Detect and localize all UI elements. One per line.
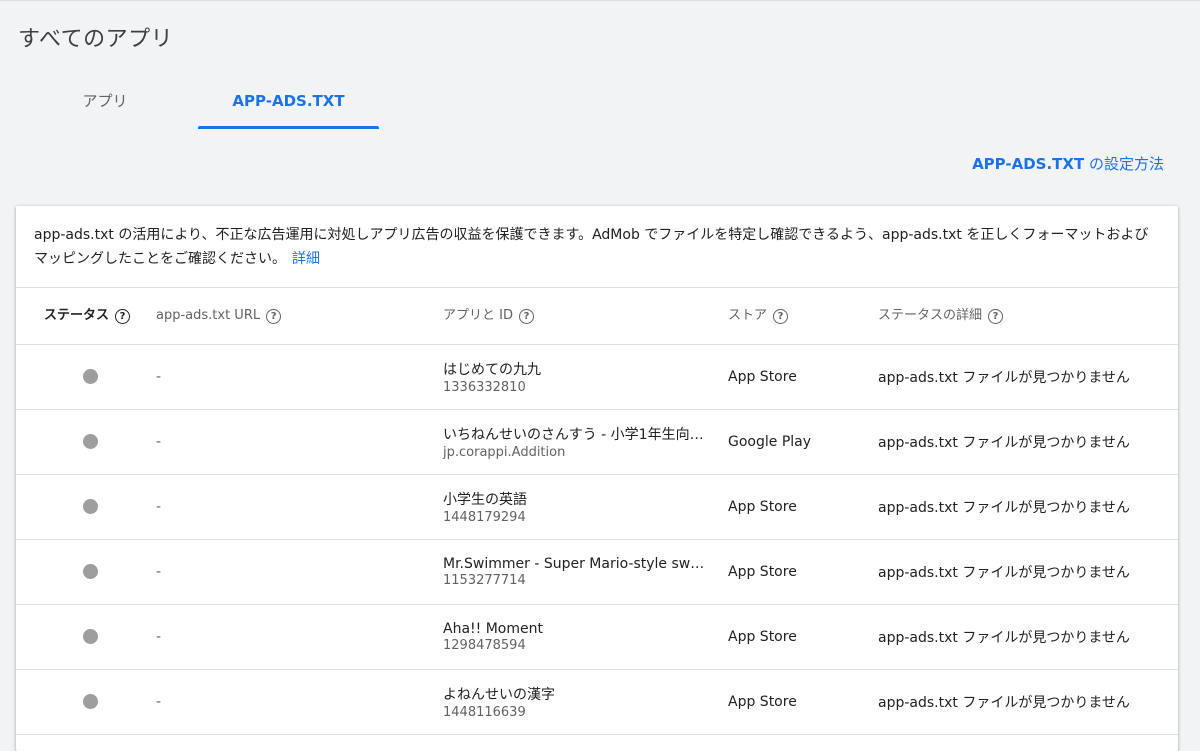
status-dot-icon bbox=[83, 629, 98, 644]
tab-bar: アプリ APP-ADS.TXT bbox=[0, 83, 1200, 129]
status-dot-icon bbox=[83, 564, 98, 579]
url-cell: - bbox=[156, 369, 162, 385]
column-header-detail: ステータスの詳細 ? bbox=[878, 288, 1004, 344]
help-circle-icon[interactable]: ? bbox=[518, 308, 534, 324]
column-header-store-label: ストア bbox=[728, 308, 768, 323]
intro-body: app-ads.txt の活用により、不正な広告運用に対処しアプリ広告の収益を保… bbox=[34, 227, 1149, 267]
status-detail-cell: app-ads.txt ファイルが見つかりません bbox=[878, 565, 1130, 581]
app-id: jp.corappi.Addition bbox=[443, 445, 566, 460]
app-name: Mr.Swimmer - Super Mario-style swimming … bbox=[443, 556, 705, 572]
column-header-status-label: ステータス bbox=[44, 308, 110, 323]
tab-app-ads-txt[interactable]: APP-ADS.TXT bbox=[198, 83, 379, 129]
store-cell: App Store bbox=[728, 499, 797, 515]
app-id: 1298478594 bbox=[443, 638, 526, 653]
app-ads-card: app-ads.txt の活用により、不正な広告運用に対処しアプリ広告の収益を保… bbox=[16, 206, 1178, 751]
app-cell: はじめての九九 1336332810 bbox=[443, 345, 713, 409]
column-header-app: アプリと ID ? bbox=[443, 288, 534, 344]
column-header-detail-label: ステータスの詳細 bbox=[878, 308, 983, 323]
status-detail-cell: app-ads.txt ファイルが見つかりません bbox=[878, 630, 1130, 646]
status-detail-cell: app-ads.txt ファイルが見つかりません bbox=[878, 500, 1130, 516]
table-row[interactable]: - Aha!! Moment 1298478594 App Store app-… bbox=[16, 605, 1178, 670]
tab-apps[interactable]: アプリ bbox=[40, 83, 170, 129]
status-detail-cell: app-ads.txt ファイルが見つかりません bbox=[878, 370, 1130, 386]
app-id: 1448179294 bbox=[443, 510, 526, 525]
app-id: 1153277714 bbox=[443, 573, 526, 588]
url-cell: - bbox=[156, 434, 162, 450]
help-circle-icon[interactable]: ? bbox=[266, 308, 282, 324]
page-title: すべてのアプリ bbox=[18, 27, 174, 52]
setup-guide-link[interactable]: APP-ADS.TXT の設定方法 bbox=[972, 153, 1164, 174]
app-name: いちねんせいのさんすう - 小学1年生向けの算数アプリ bbox=[443, 427, 705, 443]
help-circle-icon[interactable]: ? bbox=[115, 308, 131, 324]
app-cell: いちねんせいのさんすう - 小学1年生向けの算数アプリ jp.corappi.A… bbox=[443, 410, 713, 474]
active-tab-indicator bbox=[198, 126, 379, 129]
app-name: はじめての九九 bbox=[443, 362, 541, 378]
store-cell: App Store bbox=[728, 694, 797, 710]
help-circle-icon[interactable]: ? bbox=[988, 308, 1004, 324]
url-cell: - bbox=[156, 499, 162, 515]
store-cell: App Store bbox=[728, 629, 797, 645]
table-row[interactable]: - よねんせいの漢字 1448116639 App Store app-ads.… bbox=[16, 670, 1178, 735]
table-row[interactable]: - 小学生の英語 1448179294 App Store app-ads.tx… bbox=[16, 475, 1178, 540]
store-cell: App Store bbox=[728, 564, 797, 580]
help-circle-icon[interactable]: ? bbox=[773, 308, 789, 324]
app-cell: 小学生の英語 1448179294 bbox=[443, 475, 713, 539]
status-dot-icon bbox=[83, 434, 98, 449]
status-detail-cell: app-ads.txt ファイルが見つかりません bbox=[878, 695, 1130, 711]
app-cell: Aha!! Moment 1298478594 bbox=[443, 605, 713, 669]
app-name: 小学生の英語 bbox=[443, 492, 527, 508]
table-row[interactable]: - いちねんせいのさんすう - 小学1年生向けの算数アプリ jp.corappi… bbox=[16, 410, 1178, 475]
store-cell: App Store bbox=[728, 369, 797, 385]
app-id: 1336332810 bbox=[443, 380, 526, 395]
url-cell: - bbox=[156, 629, 162, 645]
app-cell: Mr.Swimmer - Super Mario-style swimming … bbox=[443, 540, 713, 604]
status-dot-icon bbox=[83, 369, 98, 384]
column-header-url-label: app-ads.txt URL bbox=[156, 308, 261, 323]
column-header-status[interactable]: ステータス ? bbox=[44, 288, 131, 344]
app-name: Aha!! Moment bbox=[443, 621, 543, 637]
learn-more-link[interactable]: 詳細 bbox=[292, 251, 320, 267]
column-header-url: app-ads.txt URL ? bbox=[156, 288, 282, 344]
table-row[interactable]: - Mr.Swimmer - Super Mario-style swimmin… bbox=[16, 540, 1178, 605]
table-row[interactable]: - はじめての九九 1336332810 App Store app-ads.t… bbox=[16, 345, 1178, 410]
app-cell: よねんせいの漢字 1448116639 bbox=[443, 670, 713, 734]
url-cell: - bbox=[156, 694, 162, 710]
app-id: 1448116639 bbox=[443, 705, 526, 720]
intro-text: app-ads.txt の活用により、不正な広告運用に対処しアプリ広告の収益を保… bbox=[16, 206, 1178, 288]
setup-guide-link-strong: APP-ADS.TXT bbox=[972, 155, 1085, 173]
column-header-app-label: アプリと ID bbox=[443, 308, 513, 323]
status-dot-icon bbox=[83, 499, 98, 514]
status-detail-cell: app-ads.txt ファイルが見つかりません bbox=[878, 435, 1130, 451]
tab-app-ads-txt-label: APP-ADS.TXT bbox=[232, 92, 345, 110]
setup-guide-link-rest: の設定方法 bbox=[1084, 155, 1164, 173]
store-cell: Google Play bbox=[728, 434, 812, 450]
url-cell: - bbox=[156, 564, 162, 580]
status-dot-icon bbox=[83, 694, 98, 709]
app-name: よねんせいの漢字 bbox=[443, 687, 555, 703]
column-header-store: ストア ? bbox=[728, 288, 789, 344]
table-header: ステータス ? app-ads.txt URL ? アプリと ID ? ストア … bbox=[16, 288, 1178, 345]
